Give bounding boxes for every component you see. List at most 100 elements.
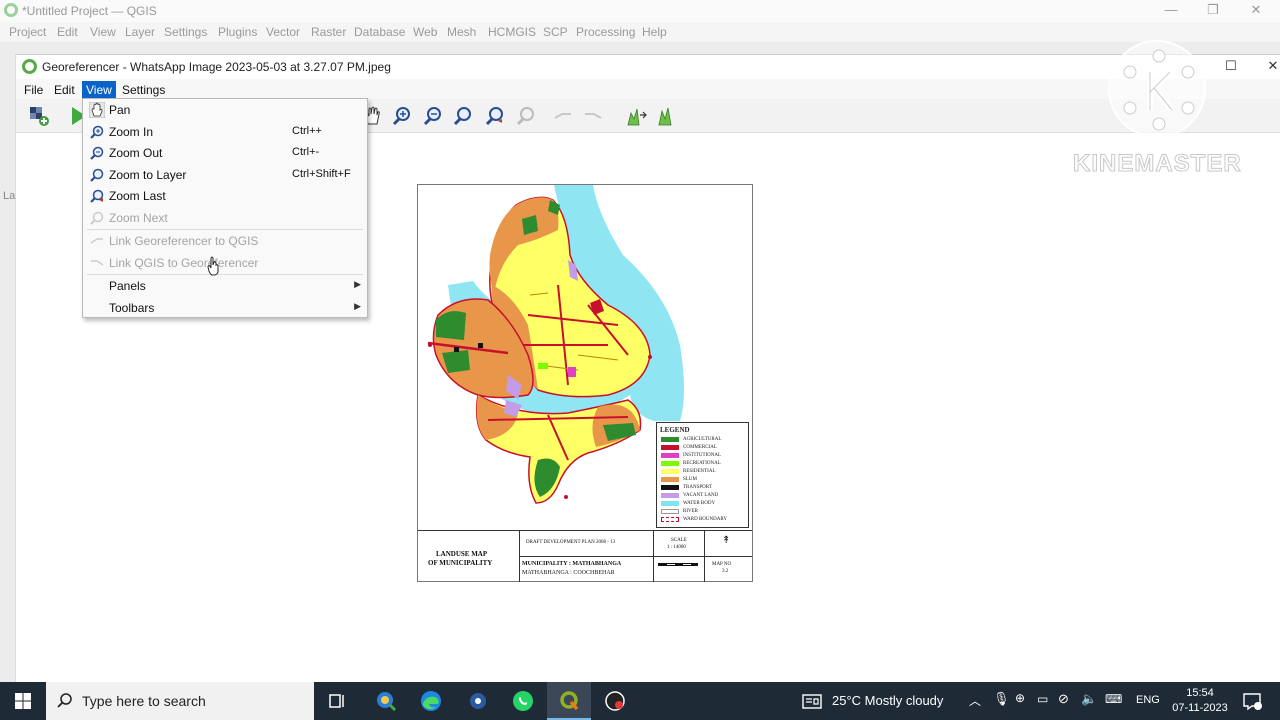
weather-label[interactable]: 25°C Mostly cloudy bbox=[832, 693, 943, 708]
language-indicator[interactable]: ENG bbox=[1136, 694, 1160, 706]
app-icon[interactable] bbox=[466, 689, 490, 713]
menu-raster[interactable]: Raster bbox=[311, 25, 346, 39]
menu-item-label: Toolbars bbox=[109, 301, 155, 315]
menu-file[interactable]: File bbox=[20, 81, 47, 98]
georeferencer-menubar: File Edit View Settings bbox=[16, 79, 1280, 99]
close-icon[interactable]: ✕ bbox=[1241, 2, 1271, 18]
legend-item: VACANT LAND bbox=[661, 492, 749, 499]
menu-item-zoom-next: Zoom Next bbox=[83, 207, 367, 228]
zoom-to-layer-icon[interactable] bbox=[452, 105, 474, 127]
menu-view[interactable]: View bbox=[90, 25, 116, 39]
histogram-stretch-icon[interactable] bbox=[626, 105, 648, 127]
file-explorer-search-icon[interactable] bbox=[374, 689, 398, 713]
maximize-icon[interactable]: ☐ bbox=[1216, 58, 1246, 74]
edge-browser-icon[interactable] bbox=[419, 689, 443, 713]
menu-view[interactable]: View bbox=[82, 81, 116, 98]
zoom-last-icon[interactable] bbox=[484, 105, 506, 127]
menu-item-link-georeferencer-to-qgis: Link Georeferencer to QGIS bbox=[83, 230, 367, 251]
menu-item-zoom-in[interactable]: Zoom In Ctrl++ bbox=[83, 121, 367, 142]
legend-item: RIVER bbox=[661, 508, 749, 515]
legend-label: RESIDENTIAL bbox=[683, 469, 716, 474]
legend-swatch bbox=[661, 461, 679, 466]
notifications-icon[interactable] bbox=[1240, 689, 1264, 713]
menu-database[interactable]: Database bbox=[354, 25, 405, 39]
legend-swatch bbox=[661, 517, 679, 522]
menu-vector[interactable]: Vector bbox=[266, 25, 300, 39]
close-icon[interactable]: ✕ bbox=[1258, 58, 1280, 74]
clock[interactable]: 15:54 07-11-2023 bbox=[1170, 686, 1230, 716]
scale-value: 1 : 14000 bbox=[667, 545, 686, 550]
menu-item-pan[interactable]: Pan bbox=[83, 99, 367, 120]
georeferencer-title: Georeferencer - WhatsApp Image 2023-05-0… bbox=[42, 60, 391, 74]
legend-swatch bbox=[661, 453, 679, 458]
menu-item-zoom-last[interactable]: Zoom Last bbox=[83, 185, 367, 206]
pan-hand-icon bbox=[89, 102, 105, 118]
zoom-next-icon bbox=[516, 107, 534, 126]
news-widget-icon[interactable] bbox=[801, 689, 823, 713]
keyboard-icon[interactable]: ⌨ bbox=[1105, 692, 1122, 706]
legend-item: COMMERCIAL bbox=[661, 444, 749, 451]
map-no-label: MAP NO bbox=[712, 562, 732, 567]
menu-settings[interactable]: Settings bbox=[118, 81, 169, 98]
legend-item: AGRICULTURAL bbox=[661, 436, 749, 443]
map-no-value: 3.2 bbox=[722, 569, 729, 574]
location-icon[interactable]: ⊕ bbox=[1015, 691, 1025, 705]
menu-item-label: Zoom Out bbox=[109, 146, 163, 160]
north-arrow-icon: ↟ bbox=[722, 535, 731, 546]
menu-item-label: Zoom to Layer bbox=[109, 168, 187, 182]
menu-edit[interactable]: Edit bbox=[50, 81, 79, 98]
battery-icon[interactable]: ▭ bbox=[1037, 692, 1048, 706]
task-view-icon[interactable] bbox=[325, 689, 349, 713]
chevron-up-icon[interactable]: ︿ bbox=[969, 692, 981, 709]
menu-item-label: Zoom Last bbox=[109, 189, 166, 203]
menu-item-link-qgis-to-georeferencer: Link QGIS to Georeferencer bbox=[83, 252, 367, 273]
legend-item: WARD BOUNDARY bbox=[661, 516, 749, 523]
zoom-out-icon[interactable] bbox=[422, 105, 444, 127]
menu-item-zoom-to-layer[interactable]: Zoom to Layer Ctrl+Shift+F bbox=[83, 164, 367, 185]
georeferencer-titlebar: Georeferencer - WhatsApp Image 2023-05-0… bbox=[16, 55, 1280, 79]
whatsapp-icon[interactable] bbox=[511, 689, 535, 713]
menu-plugins[interactable]: Plugins bbox=[218, 25, 257, 39]
network-icon[interactable]: ⊘ bbox=[1058, 691, 1069, 707]
restore-icon[interactable]: ❐ bbox=[1198, 2, 1228, 18]
menu-help[interactable]: Help bbox=[642, 25, 667, 39]
menu-hcmgis[interactable]: HCMGIS bbox=[488, 25, 536, 39]
histogram-icon[interactable] bbox=[656, 105, 678, 127]
menu-scp[interactable]: SCP bbox=[543, 25, 568, 39]
menu-project[interactable]: Project bbox=[9, 25, 46, 39]
open-raster-icon[interactable] bbox=[28, 105, 50, 127]
link-icon bbox=[91, 260, 104, 266]
volume-icon[interactable]: 🔈 bbox=[1081, 691, 1097, 707]
windows-start-icon[interactable] bbox=[11, 689, 35, 713]
legend-label: RIVER bbox=[683, 509, 698, 514]
qgis-taskbar-icon[interactable] bbox=[557, 689, 581, 713]
qgis-window-title: *Untitled Project — QGIS bbox=[22, 4, 157, 18]
legend-swatch bbox=[661, 493, 679, 498]
link-icon bbox=[90, 238, 103, 244]
screen-recorder-icon[interactable] bbox=[603, 689, 627, 713]
kinemaster-logo-icon bbox=[1123, 49, 1195, 131]
search-icon bbox=[57, 693, 72, 708]
map-title-line2: OF MUNICIPALITY bbox=[428, 559, 493, 567]
microphone-icon[interactable]: 🎙 bbox=[993, 691, 1010, 707]
menu-settings[interactable]: Settings bbox=[164, 25, 207, 39]
qgis-layers-panel-edge: La bbox=[0, 54, 16, 682]
taskbar-search-box[interactable]: Type here to search bbox=[46, 682, 314, 720]
map-title-line1: LANDUSE MAP bbox=[436, 550, 488, 558]
menu-edit[interactable]: Edit bbox=[57, 25, 78, 39]
map-title-block: LANDUSE MAP OF MUNICIPALITY DRAFT DEVELO… bbox=[418, 530, 752, 582]
legend-label: TRANSPORT bbox=[683, 485, 712, 490]
legend-label: RECREATIONAL bbox=[683, 461, 721, 466]
zoom-in-icon bbox=[90, 125, 104, 139]
menu-item-panels[interactable]: Panels ▶ bbox=[83, 275, 367, 296]
zoom-in-icon[interactable] bbox=[391, 105, 413, 127]
menu-item-zoom-out[interactable]: Zoom Out Ctrl+- bbox=[83, 142, 367, 163]
menu-mesh[interactable]: Mesh bbox=[447, 25, 476, 39]
menu-item-toolbars[interactable]: Toolbars ▶ bbox=[83, 297, 367, 318]
menu-layer[interactable]: Layer bbox=[125, 25, 155, 39]
minimize-icon[interactable]: — bbox=[1156, 2, 1186, 17]
menu-item-label: Panels bbox=[109, 279, 146, 293]
menu-web[interactable]: Web bbox=[413, 25, 437, 39]
menu-processing[interactable]: Processing bbox=[576, 25, 635, 39]
legend-swatch bbox=[661, 501, 679, 506]
